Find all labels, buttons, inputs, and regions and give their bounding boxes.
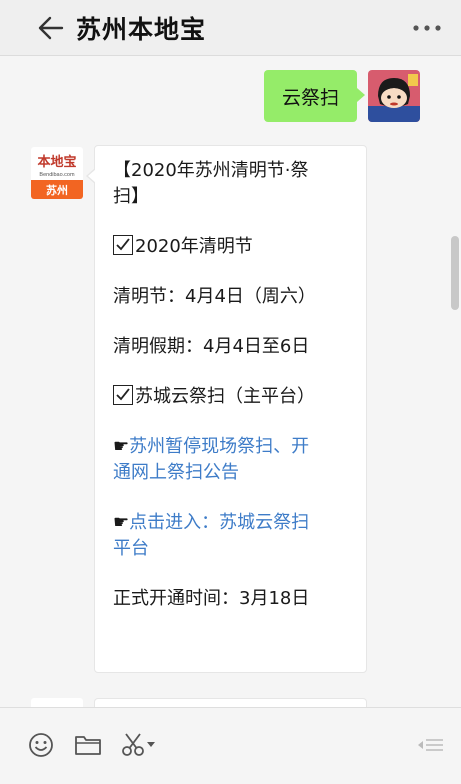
outgoing-message-text: 云祭扫 xyxy=(281,86,339,109)
emoji-button[interactable] xyxy=(26,730,56,760)
platform-link-line2[interactable]: 平台 xyxy=(113,536,348,562)
platform-link[interactable]: 点击进入：苏城云祭扫 xyxy=(129,512,309,533)
message-line-platform: 苏城云祭扫（主平台） xyxy=(113,384,348,410)
more-icon xyxy=(413,25,441,31)
checkbox-icon xyxy=(113,235,133,255)
user-avatar-image xyxy=(368,70,420,122)
platform-text: 苏城云祭扫（主平台） xyxy=(135,386,315,407)
platform-link-line1[interactable]: ☛点击进入：苏城云祭扫 xyxy=(113,510,348,536)
announcement-link-line2[interactable]: 通网上祭扫公告 xyxy=(113,460,348,486)
message-heading-line2: 扫】 xyxy=(113,186,149,207)
dropdown-arrow-icon xyxy=(147,742,155,747)
bendibao-logo-image: 本地宝 Bendibao.com 苏州 xyxy=(31,147,83,199)
pointing-hand-icon: ☛ xyxy=(113,436,130,457)
chat-scrollbar[interactable] xyxy=(451,236,459,310)
emoji-icon xyxy=(29,733,53,757)
chat-area[interactable]: 云祭扫 本地宝 Bendibao.com 苏州 【2020年苏州清明节·祭 扫】 xyxy=(0,57,461,707)
incoming-message[interactable]: 【2020年苏州清明节·祭 扫】 2020年清明节 清明节：4月4日（周六） 清… xyxy=(86,145,367,673)
next-bot-avatar[interactable] xyxy=(31,698,83,707)
back-button[interactable] xyxy=(34,12,66,44)
outgoing-message[interactable]: 云祭扫 xyxy=(263,70,366,122)
back-arrow-icon xyxy=(38,16,64,40)
bot-logo-city: 苏州 xyxy=(46,183,68,197)
checkbox-icon xyxy=(113,385,133,405)
chat-list-icon xyxy=(418,739,443,751)
input-toolbar xyxy=(0,707,461,784)
holiday-text: 2020年清明节 xyxy=(135,236,253,257)
message-line-vacation: 清明假期：4月4日至6日 xyxy=(113,336,310,357)
file-button[interactable] xyxy=(73,730,103,760)
message-line-open-time: 正式开通时间：3月18日 xyxy=(113,588,310,609)
screenshot-button[interactable] xyxy=(118,730,158,760)
message-line-date: 清明节：4月4日（周六） xyxy=(113,286,316,307)
announcement-link[interactable]: 苏州暂停现场祭扫、开 xyxy=(129,436,309,457)
pointing-hand-icon: ☛ xyxy=(113,512,130,533)
chat-title: 苏州本地宝 xyxy=(76,15,207,44)
bot-logo-url: Bendibao.com xyxy=(39,172,75,178)
next-incoming-message[interactable] xyxy=(94,698,367,707)
message-heading-line1: 【2020年苏州清明节·祭 xyxy=(113,160,309,181)
bot-logo-top: 本地宝 xyxy=(37,154,76,169)
message-line-holiday: 2020年清明节 xyxy=(113,234,348,260)
scissors-icon xyxy=(122,733,144,756)
chat-header: 苏州本地宝 xyxy=(0,0,461,56)
bot-avatar[interactable]: 本地宝 Bendibao.com 苏州 xyxy=(31,147,83,199)
user-avatar[interactable] xyxy=(368,70,420,122)
announcement-link-line1[interactable]: ☛苏州暂停现场祭扫、开 xyxy=(113,434,348,460)
more-button[interactable] xyxy=(411,18,443,38)
chat-history-button[interactable] xyxy=(414,730,446,760)
folder-icon xyxy=(75,736,101,755)
